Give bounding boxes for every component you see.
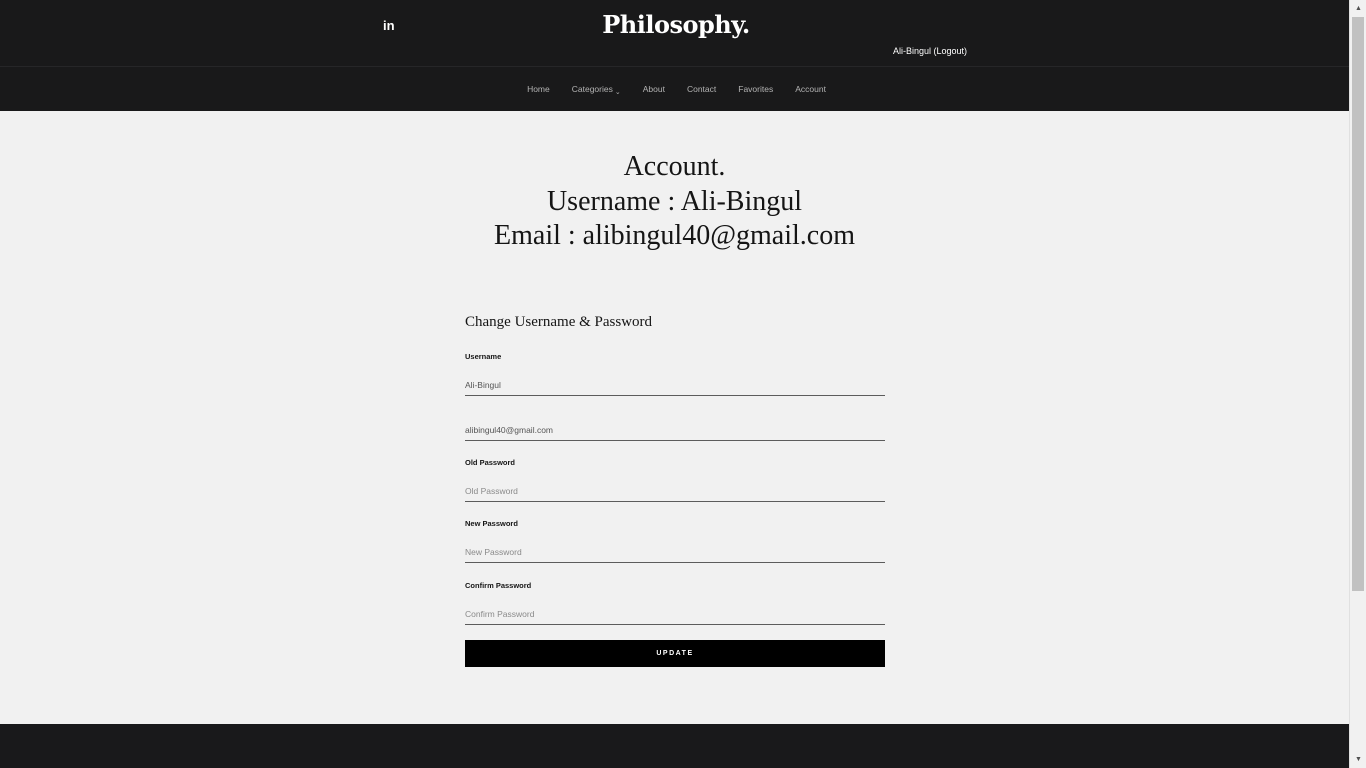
old-password-label: Old Password	[465, 458, 516, 467]
site-footer	[0, 724, 1349, 768]
page: in Philosophy. Ali-Bingul (Logout) Home …	[0, 0, 1349, 768]
username-display: Username : Ali-Bingul	[546, 185, 803, 217]
new-password-label: New Password	[465, 519, 518, 528]
page-title: Account.	[623, 151, 726, 182]
confirm-password-input[interactable]	[465, 603, 885, 625]
user-logout-link[interactable]: Ali-Bingul (Logout)	[893, 46, 967, 56]
scroll-up-arrow-icon[interactable]: ▲	[1350, 0, 1366, 17]
nav-item-about[interactable]: About	[632, 84, 676, 94]
nav-item-home[interactable]: Home	[516, 84, 561, 94]
nav-item-contact[interactable]: Contact	[676, 84, 727, 94]
email-input[interactable]	[465, 419, 885, 441]
email-display: Email : alibingul40@gmail.com	[494, 220, 855, 251]
vertical-scrollbar[interactable]: ▲ ▼	[1349, 0, 1366, 768]
chevron-down-icon: ⌄	[614, 89, 621, 96]
old-password-input[interactable]	[465, 480, 885, 502]
header-top-row: in Philosophy. Ali-Bingul (Logout)	[0, 0, 1349, 67]
new-password-input[interactable]	[465, 541, 885, 563]
site-header: in Philosophy. Ali-Bingul (Logout) Home …	[0, 0, 1349, 111]
nav-item-account[interactable]: Account	[784, 84, 837, 94]
scroll-down-arrow-icon[interactable]: ▼	[1350, 751, 1366, 768]
update-button[interactable]: UPDATE	[465, 640, 885, 667]
username-input[interactable]	[465, 374, 885, 396]
username-label: Username	[465, 352, 502, 361]
site-logo[interactable]: Philosophy.	[0, 10, 1349, 39]
main-nav: Home Categories ⌄ About Contact Favorites…	[0, 67, 1349, 111]
nav-item-favorites[interactable]: Favorites	[727, 84, 784, 94]
scrollbar-thumb[interactable]	[1352, 17, 1364, 591]
change-credentials-form: Change Username & Password Username Old …	[465, 314, 885, 667]
account-summary: Account. Username : Ali-Bingul Email : a…	[0, 150, 1349, 254]
nav-item-categories-label: Categories	[571, 84, 613, 94]
confirm-password-label: Confirm Password	[465, 581, 532, 590]
form-title: Change Username & Password	[465, 314, 653, 330]
nav-item-categories[interactable]: Categories ⌄	[561, 84, 632, 96]
